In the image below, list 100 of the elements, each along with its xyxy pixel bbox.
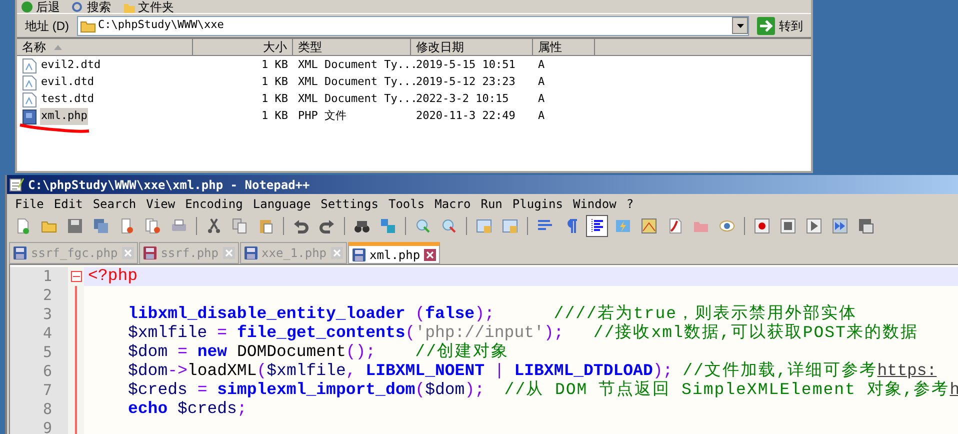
code-line: $dom = new DOMDocument(); //创建对象 xyxy=(128,341,509,363)
file-name[interactable]: evil.dtd xyxy=(40,74,95,91)
undo-icon xyxy=(293,218,309,234)
pdf-icon xyxy=(667,218,683,234)
fast-forward-icon xyxy=(832,218,848,234)
line-number: 7 xyxy=(42,380,52,402)
line-number: 5 xyxy=(42,342,52,364)
sync-scroll-icon xyxy=(476,218,492,234)
back-icon xyxy=(21,0,33,12)
sync-scroll-icon xyxy=(502,218,518,234)
menu-item[interactable]: Plugins xyxy=(512,195,563,213)
clipboard-icon xyxy=(258,218,274,234)
toolbar-button[interactable]: 后退 xyxy=(21,0,60,12)
code-line: echo $creds; xyxy=(128,398,247,420)
caret-icon xyxy=(736,24,744,28)
line-number: 3 xyxy=(42,304,52,326)
line-number: 9 xyxy=(42,418,52,434)
column-header[interactable]: 大小 xyxy=(193,39,293,56)
close-icon xyxy=(330,247,343,259)
file-type: XML Document Ty... xyxy=(298,92,418,106)
menu-item[interactable]: Settings xyxy=(320,195,378,213)
dropdown-button[interactable] xyxy=(732,17,748,34)
record-icon xyxy=(754,218,770,234)
file-name[interactable]: xml.php xyxy=(40,108,88,125)
file-type: XML Document Ty... xyxy=(298,75,418,88)
play-icon xyxy=(806,218,822,234)
map-icon xyxy=(641,218,657,234)
column-header[interactable]: 类型 xyxy=(293,39,411,56)
indent-guide-icon xyxy=(589,218,605,234)
document-icon xyxy=(22,74,37,90)
file-attribute: A xyxy=(538,109,545,122)
file-attribute: A xyxy=(538,58,545,72)
code-line: $xmlfile = file_get_contents('php://input'); //接收xml数据,可以获取POST来的数据 xyxy=(128,322,918,342)
menu-item[interactable]: Window xyxy=(572,195,616,213)
menu-item[interactable]: Language xyxy=(252,195,311,213)
file-date: 2019-5-15 10:51 xyxy=(416,58,516,72)
toolbar-button[interactable] xyxy=(586,215,608,237)
scissors-icon xyxy=(206,218,222,234)
line-number: 6 xyxy=(42,361,52,382)
go-button[interactable]: 转到 xyxy=(753,16,807,36)
file-type: XML Document Ty... xyxy=(298,58,418,72)
column-header[interactable]: 修改日期 xyxy=(411,39,533,56)
file-date: 2022-3-2 10:15 xyxy=(416,92,509,106)
close-icon xyxy=(122,247,134,259)
close-icon xyxy=(424,248,436,260)
printer-icon xyxy=(171,218,187,234)
line-number: 1 xyxy=(42,266,52,288)
document-icon xyxy=(22,58,37,74)
sort-arrow-icon xyxy=(54,44,62,50)
address-field[interactable]: C:\phpStudy\WWW\xxe xyxy=(77,16,749,36)
file-size: 1 KB xyxy=(262,92,288,106)
menu-item[interactable]: Macro xyxy=(434,195,471,213)
code-line: $creds = simplexml_import_dom($dom); //从 DOM 节点返回 SimpleXMLElement 对象,参考 h xyxy=(128,379,958,401)
toolbar-button[interactable]: 搜索 xyxy=(72,0,111,12)
file-type: PHP 文件 xyxy=(298,109,346,122)
binoculars-icon xyxy=(354,218,370,234)
menu-item[interactable]: View xyxy=(146,195,176,213)
file-name[interactable]: test.dtd xyxy=(40,91,95,108)
floppy-disks-icon xyxy=(93,218,109,234)
new-file-icon xyxy=(15,218,31,234)
menu-item[interactable]: Encoding xyxy=(185,195,243,213)
arrow-icon xyxy=(757,16,775,34)
editor-tab[interactable]: xml.php xyxy=(348,242,440,264)
menu-item[interactable]: Search xyxy=(92,195,136,213)
menu-item[interactable]: File xyxy=(15,195,44,213)
menu-item[interactable]: Run xyxy=(480,195,502,213)
code-line: $dom->loadXML($xmlfile, LIBXML_NOENT | LIBXML_DTDLOAD); //文件加载,详细可参考https: xyxy=(128,360,937,380)
folder-icon xyxy=(80,18,96,32)
underline-mark xyxy=(19,123,91,135)
file-attribute: A xyxy=(538,75,545,88)
menu-item[interactable]: Tools xyxy=(388,195,425,213)
fold-toggle-icon[interactable] xyxy=(70,271,82,282)
replace-icon xyxy=(380,218,396,234)
stop-icon xyxy=(780,218,796,234)
file-size: 1 KB xyxy=(262,58,288,72)
php-file-icon xyxy=(22,108,37,124)
menu-item[interactable]: ? xyxy=(626,195,634,213)
file-name[interactable]: evil2.dtd xyxy=(40,57,102,74)
eye-icon xyxy=(719,218,735,234)
code-line: <?php xyxy=(88,265,138,288)
address-label: 地址 (D) xyxy=(24,18,70,34)
close-icon xyxy=(222,247,234,259)
line-number: 8 xyxy=(42,399,52,420)
code-line: libxml_disable_entity_loader (false); ////若为true，则表示禁用外部实体 xyxy=(128,303,858,324)
file-size: 1 KB xyxy=(262,109,288,122)
file-size: 1 KB xyxy=(262,75,288,88)
file-date: 2020-11-3 22:49 xyxy=(416,109,516,122)
zoom-out-icon xyxy=(441,218,457,234)
close-files-icon xyxy=(145,218,161,234)
lightning-icon xyxy=(615,218,631,234)
column-header[interactable]: 属性 xyxy=(533,39,595,56)
zoom-in-icon xyxy=(415,218,431,234)
file-date: 2019-5-12 23:23 xyxy=(416,75,516,88)
column-header[interactable]: 名称 xyxy=(17,39,193,56)
menu-item[interactable]: Edit xyxy=(54,195,83,213)
close-file-icon xyxy=(119,218,135,234)
macro-list-icon xyxy=(858,218,874,234)
line-number: 4 xyxy=(42,323,52,344)
toolbar-button[interactable]: 文件夹 xyxy=(123,0,174,12)
window-title: C:\phpStudy\WWW\xxe\xml.php - Notepad++ xyxy=(28,176,310,194)
